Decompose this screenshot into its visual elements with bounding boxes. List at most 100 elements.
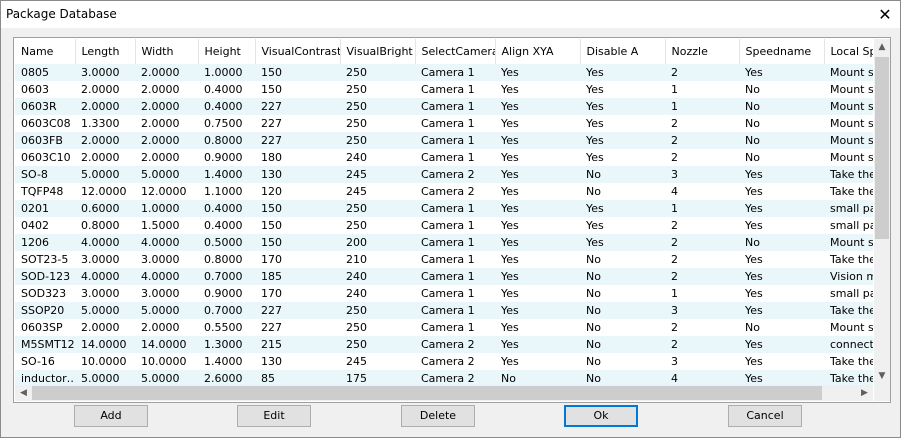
- table-cell[interactable]: 170: [255, 251, 340, 268]
- table-cell[interactable]: 245: [340, 166, 415, 183]
- table-cell[interactable]: No: [580, 302, 665, 319]
- table-cell[interactable]: No: [580, 370, 665, 385]
- table-cell[interactable]: No: [580, 285, 665, 302]
- scroll-right-icon[interactable]: ▶: [856, 385, 873, 401]
- table-cell[interactable]: Yes: [495, 268, 580, 285]
- table-cell[interactable]: 2.0000: [135, 132, 198, 149]
- table-cell[interactable]: Mount sp: [824, 98, 873, 115]
- table-cell[interactable]: 170: [255, 285, 340, 302]
- table-cell[interactable]: 240: [340, 285, 415, 302]
- add-button[interactable]: Add: [74, 405, 148, 427]
- table-cell[interactable]: 0.7000: [198, 302, 255, 319]
- table-cell[interactable]: 0.4000: [198, 98, 255, 115]
- table-row[interactable]: SO-16 10.0000 10.0000 1.4000 130 245 Camera 2Y…: [15, 353, 873, 370]
- table-cell[interactable]: No: [495, 370, 580, 385]
- table-cell[interactable]: 10.0000: [75, 353, 135, 370]
- table-cell[interactable]: Yes: [495, 251, 580, 268]
- table-cell[interactable]: No: [739, 98, 824, 115]
- table-row[interactable]: SOD323 3.0000 3.0000 0.9000 170 240 Camera 1 Ye…: [15, 285, 873, 302]
- table-cell[interactable]: Yes: [739, 302, 824, 319]
- horizontal-scrollbar[interactable]: ◀ ▶: [15, 385, 873, 401]
- table-cell[interactable]: Yes: [495, 285, 580, 302]
- table-cell[interactable]: M5SMT125: [15, 336, 75, 353]
- table-cell[interactable]: Yes: [739, 353, 824, 370]
- table-cell[interactable]: 85: [255, 370, 340, 385]
- table-cell[interactable]: 2: [665, 64, 739, 81]
- table-cell[interactable]: Yes: [580, 149, 665, 166]
- table-cell[interactable]: 250: [340, 81, 415, 98]
- table-cell[interactable]: 4.0000: [75, 268, 135, 285]
- table-cell[interactable]: 2.0000: [75, 98, 135, 115]
- table-cell[interactable]: small par: [824, 200, 873, 217]
- table-cell[interactable]: 185: [255, 268, 340, 285]
- table-cell[interactable]: Yes: [580, 64, 665, 81]
- column-header[interactable]: Width: [135, 39, 199, 64]
- table-cell[interactable]: 0.7500: [198, 115, 255, 132]
- table-cell[interactable]: connecto: [824, 336, 873, 353]
- table-cell[interactable]: 0603C08: [15, 115, 75, 132]
- table-cell[interactable]: 5.0000: [135, 166, 198, 183]
- table-cell[interactable]: 12.0000: [75, 183, 135, 200]
- table-row[interactable]: SOT23-5 3.0000 3.0000 0.8000 170 210 Camera 1Y…: [15, 251, 873, 268]
- table-cell[interactable]: SOT23-5: [15, 251, 75, 268]
- table-cell[interactable]: 3.0000: [135, 285, 198, 302]
- table-cell[interactable]: 0.4000: [198, 200, 255, 217]
- table-cell[interactable]: 3.0000: [75, 251, 135, 268]
- column-header[interactable]: Align XYA: [495, 39, 581, 64]
- table-cell[interactable]: 2: [665, 336, 739, 353]
- table-cell[interactable]: 120: [255, 183, 340, 200]
- table-cell[interactable]: 12.0000: [135, 183, 198, 200]
- table-cell[interactable]: 200: [340, 234, 415, 251]
- table-cell[interactable]: 14.0000: [135, 336, 198, 353]
- table-cell[interactable]: Yes: [739, 251, 824, 268]
- table-cell[interactable]: 210: [340, 251, 415, 268]
- table-cell[interactable]: Mount sp: [824, 81, 873, 98]
- table-cell[interactable]: Camera 2: [415, 166, 495, 183]
- table-cell[interactable]: Yes: [739, 268, 824, 285]
- table-cell[interactable]: small par: [824, 285, 873, 302]
- table-cell[interactable]: 150: [255, 200, 340, 217]
- table-cell[interactable]: 4.0000: [75, 234, 135, 251]
- table-cell[interactable]: 250: [340, 217, 415, 234]
- table-cell[interactable]: Yes: [495, 115, 580, 132]
- table-cell[interactable]: 1: [665, 98, 739, 115]
- table-cell[interactable]: 250: [340, 336, 415, 353]
- edit-button[interactable]: Edit: [237, 405, 311, 427]
- table-cell[interactable]: Yes: [495, 302, 580, 319]
- table-cell[interactable]: 227: [255, 302, 340, 319]
- column-header[interactable]: VisualContrast: [255, 39, 341, 64]
- table-cell[interactable]: 150: [255, 81, 340, 98]
- table-cell[interactable]: Camera 2: [415, 370, 495, 385]
- column-header[interactable]: Length: [75, 39, 136, 64]
- table-row[interactable]: 0603C10 2.0000 2.0000 0.9000 180 240 Camera 1Y…: [15, 149, 873, 166]
- table-cell[interactable]: 245: [340, 183, 415, 200]
- table-cell[interactable]: 3.0000: [75, 285, 135, 302]
- table-row[interactable]: 0603R 2.0000 2.0000 0.4000 227 250 Camera 1 Yes…: [15, 98, 873, 115]
- table-cell[interactable]: Yes: [739, 285, 824, 302]
- table-cell[interactable]: Take the: [824, 166, 873, 183]
- table-cell[interactable]: Yes: [580, 234, 665, 251]
- table-cell[interactable]: Yes: [495, 81, 580, 98]
- table-cell[interactable]: 2.0000: [135, 319, 198, 336]
- table-cell[interactable]: Camera 1: [415, 64, 495, 81]
- table-cell[interactable]: 0.6000: [75, 200, 135, 217]
- scroll-down-icon[interactable]: ▼: [874, 368, 890, 385]
- table-cell[interactable]: 1206: [15, 234, 75, 251]
- table-row[interactable]: inductor… 5.0000 5.0000 2.6000 85 175 Camera 2…: [15, 370, 873, 385]
- table-cell[interactable]: Yes: [580, 217, 665, 234]
- table-cell[interactable]: Yes: [495, 234, 580, 251]
- table-cell[interactable]: No: [580, 353, 665, 370]
- table-cell[interactable]: Camera 2: [415, 336, 495, 353]
- table-cell[interactable]: Yes: [495, 166, 580, 183]
- table-row[interactable]: 0603C08 1.3300 2.0000 0.7500 227 250 Camera 1Y…: [15, 115, 873, 132]
- table-row[interactable]: 0603 2.0000 2.0000 0.4000 150 250 Camera 1 Yes Y…: [15, 81, 873, 98]
- table-cell[interactable]: 175: [340, 370, 415, 385]
- table-cell[interactable]: SSOP20: [15, 302, 75, 319]
- table-cell[interactable]: 2.0000: [75, 149, 135, 166]
- table-cell[interactable]: Camera 2: [415, 183, 495, 200]
- table-cell[interactable]: No: [580, 251, 665, 268]
- table-row[interactable]: SOD-123 4.0000 4.0000 0.7000 185 240 Camera 1Y…: [15, 268, 873, 285]
- table-cell[interactable]: Yes: [580, 115, 665, 132]
- table-cell[interactable]: Take the: [824, 302, 873, 319]
- table-cell[interactable]: No: [739, 234, 824, 251]
